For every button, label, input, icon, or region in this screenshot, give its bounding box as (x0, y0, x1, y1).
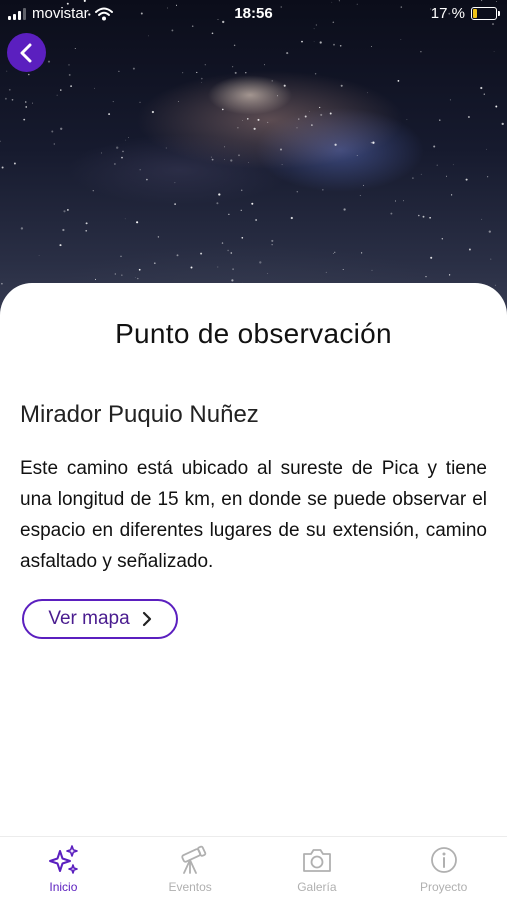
tab-galeria[interactable]: Galería (254, 837, 381, 901)
telescope-icon (181, 845, 207, 874)
place-description: Este camino está ubicado al sureste de P… (20, 458, 487, 572)
battery-percentage: 17 % (430, 5, 465, 22)
tab-proyecto[interactable]: Proyecto (380, 837, 507, 901)
place-name: Mirador Puquio Nuñez (20, 401, 259, 428)
tab-label-inicio: Inicio (49, 880, 78, 894)
tab-eventos[interactable]: Eventos (127, 837, 254, 901)
sparkles-icon (49, 845, 79, 874)
chevron-left-icon (20, 43, 31, 62)
tab-label-eventos: Eventos (168, 880, 212, 894)
view-map-label: Ver mapa (48, 608, 130, 629)
star-field (0, 0, 504, 290)
status-right: 17 % (430, 5, 500, 22)
status-bar: movistar 18:56 17 % (0, 0, 507, 28)
tab-inicio[interactable]: Inicio (0, 837, 127, 901)
back-button[interactable] (7, 33, 46, 72)
chevron-right-icon (142, 611, 151, 627)
hero-night-sky-image (0, 0, 507, 330)
battery-level (473, 9, 477, 18)
content-card: Punto de observación Mirador Puquio Nuñe… (0, 283, 507, 900)
page-title: Punto de observación (115, 318, 392, 349)
info-icon (430, 847, 457, 873)
tab-label-proyecto: Proyecto (419, 880, 468, 894)
battery-icon (471, 7, 500, 20)
camera-icon (302, 849, 331, 872)
view-map-button[interactable]: Ver mapa (22, 599, 178, 639)
tab-label-galeria: Galería (297, 880, 337, 894)
bottom-tab-bar: Inicio Eventos Galería Proyecto (0, 836, 507, 901)
